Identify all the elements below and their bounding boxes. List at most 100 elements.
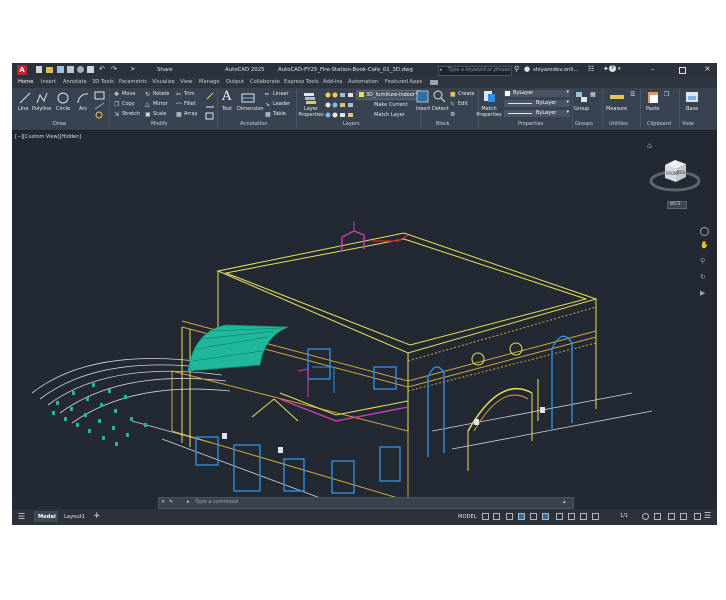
isolate-objects-icon[interactable]	[668, 513, 675, 520]
block-group-label[interactable]: Block	[436, 121, 450, 127]
tab-add-ins[interactable]: Add-ins	[323, 79, 342, 85]
open-folder-icon[interactable]	[46, 67, 53, 73]
user-icon[interactable]: ●	[524, 65, 530, 73]
grid-toggle-icon[interactable]	[482, 513, 489, 520]
table-button[interactable]: Table	[273, 111, 286, 117]
share-icon[interactable]: ➤	[130, 65, 136, 73]
groups-group-label[interactable]: Groups	[575, 121, 593, 127]
snap-toggle-icon[interactable]	[493, 513, 500, 520]
tab-automation[interactable]: Automation	[348, 79, 378, 85]
transparency-toggle-icon[interactable]	[568, 513, 575, 520]
trim-button[interactable]: Trim	[184, 91, 195, 97]
cart-icon[interactable]: ☷	[588, 65, 594, 73]
insert-button[interactable]: Insert	[416, 106, 430, 112]
edit-block-button[interactable]: Edit	[458, 101, 468, 107]
measure-icon[interactable]	[609, 92, 625, 102]
search-input[interactable]: Type a keyword or phrase	[448, 68, 510, 73]
draw-circle-button[interactable]: Circle	[56, 106, 70, 112]
close-icon[interactable]: ×	[704, 64, 711, 73]
ribbon-minimize-button[interactable]	[430, 80, 438, 85]
circle-icon[interactable]	[57, 92, 69, 104]
layer-properties-button[interactable]: Layer Properties	[298, 106, 324, 118]
app-logo[interactable]: A	[17, 65, 27, 75]
layer-dropdown[interactable]: 3D_furniture-indoor ▾	[356, 90, 420, 100]
minimize-icon[interactable]: –	[651, 65, 655, 73]
base-button[interactable]: Base	[686, 106, 698, 112]
draw-polyline-button[interactable]: Polyline	[32, 106, 51, 112]
help-dropdown-icon[interactable]: ▾	[618, 66, 621, 72]
layers-group-label[interactable]: Layers	[343, 121, 360, 127]
move-button[interactable]: Move	[122, 91, 135, 97]
tab-layout1[interactable]: Layout1	[64, 514, 85, 520]
share-button[interactable]: Share	[157, 67, 173, 73]
ortho-toggle-icon[interactable]	[506, 513, 513, 520]
web-icon[interactable]	[77, 66, 84, 73]
view-group-label[interactable]: View	[682, 121, 694, 127]
connect-icon[interactable]: ✦	[603, 65, 609, 73]
layer-properties-icon[interactable]	[303, 91, 317, 105]
line-icon[interactable]	[19, 92, 31, 104]
tab-home[interactable]: Home	[18, 79, 33, 85]
detect-button[interactable]: Detect	[432, 106, 449, 112]
command-recent-icon[interactable]: ▸	[187, 499, 190, 505]
annotation-scale[interactable]: 1/1	[620, 513, 628, 519]
tab-model[interactable]: Model	[34, 511, 58, 522]
search-options-icon[interactable]: ▸	[440, 67, 443, 73]
clipboard-group-label[interactable]: Clipboard	[647, 121, 671, 127]
draw-arc-button[interactable]: Arc	[79, 106, 87, 112]
tab-manage[interactable]: Manage	[199, 79, 220, 85]
mirror-button[interactable]: Mirror	[153, 101, 168, 107]
tab-visualize[interactable]: Visualize	[152, 79, 175, 85]
dimension-button[interactable]: Dimension	[237, 106, 264, 112]
fillet-button[interactable]: Fillet	[184, 101, 196, 107]
user-name[interactable]: shiyamdev.onli...	[533, 67, 579, 73]
save-as-icon[interactable]	[67, 66, 74, 73]
linear-button[interactable]: Linear	[273, 91, 289, 97]
scale-button[interactable]: Scale	[153, 111, 166, 117]
match-properties-button[interactable]: Match Properties	[476, 106, 502, 118]
annotation-group-label[interactable]: Annotation	[240, 121, 267, 127]
polyline-icon[interactable]	[36, 92, 48, 104]
help-icon[interactable]: ?	[609, 65, 616, 72]
maximize-icon[interactable]	[679, 67, 686, 74]
color-dropdown[interactable]: ByLayer ▾	[504, 89, 570, 97]
group-icon[interactable]	[575, 91, 589, 104]
plus-icon[interactable]	[654, 513, 661, 520]
tab-output[interactable]: Output	[226, 79, 244, 85]
array-button[interactable]: Array	[184, 111, 197, 117]
tab-featured-apps[interactable]: Featured Apps	[385, 79, 422, 85]
detect-icon[interactable]	[433, 90, 446, 103]
building-3d-model[interactable]	[12, 131, 717, 497]
search-box[interactable]: Type a keyword or phrase ▸	[438, 66, 512, 76]
tab-3d-tools[interactable]: 3D Tools	[92, 79, 114, 85]
lineweight-dropdown[interactable]: ByLayer ▾	[504, 109, 570, 117]
polar-toggle-icon[interactable]	[518, 513, 525, 520]
group-button[interactable]: Group	[574, 106, 589, 112]
tab-express-tools[interactable]: Express Tools	[284, 79, 319, 85]
match-layer-button[interactable]: Match Layer	[374, 112, 405, 118]
lineweight-toggle-icon[interactable]	[556, 513, 563, 520]
tab-collaborate[interactable]: Collaborate	[250, 79, 280, 85]
tab-insert[interactable]: Insert	[41, 79, 56, 85]
utilities-extra-icon[interactable]: ☰	[630, 91, 635, 98]
tab-annotate[interactable]: Annotate	[63, 79, 87, 85]
group-tools-icon[interactable]: ▦	[590, 91, 596, 98]
clean-screen-icon[interactable]	[694, 513, 701, 520]
layer-state-icons[interactable]	[324, 91, 358, 121]
draw-group-label[interactable]: Draw	[53, 121, 66, 127]
copy-clip-icon[interactable]: ❐	[664, 91, 669, 98]
selection-cycling-icon[interactable]	[580, 513, 587, 520]
tab-view[interactable]: View	[180, 79, 192, 85]
properties-group-label[interactable]: Properties	[518, 121, 543, 127]
paste-button[interactable]: Paste	[646, 106, 660, 112]
block-attribute-icon[interactable]: ⚙	[450, 111, 455, 118]
command-input[interactable]: Type a command	[195, 499, 238, 505]
new-file-icon[interactable]	[36, 66, 42, 73]
command-close-icon[interactable]: ×	[161, 499, 165, 505]
layout-menu-icon[interactable]: ☰	[18, 512, 25, 521]
text-button[interactable]: Text	[222, 106, 232, 112]
make-current-button[interactable]: Make Current	[374, 102, 408, 108]
annotation-visibility-icon[interactable]	[592, 513, 599, 520]
hardware-acceleration-icon[interactable]	[680, 513, 687, 520]
leader-button[interactable]: Leader	[273, 101, 290, 107]
